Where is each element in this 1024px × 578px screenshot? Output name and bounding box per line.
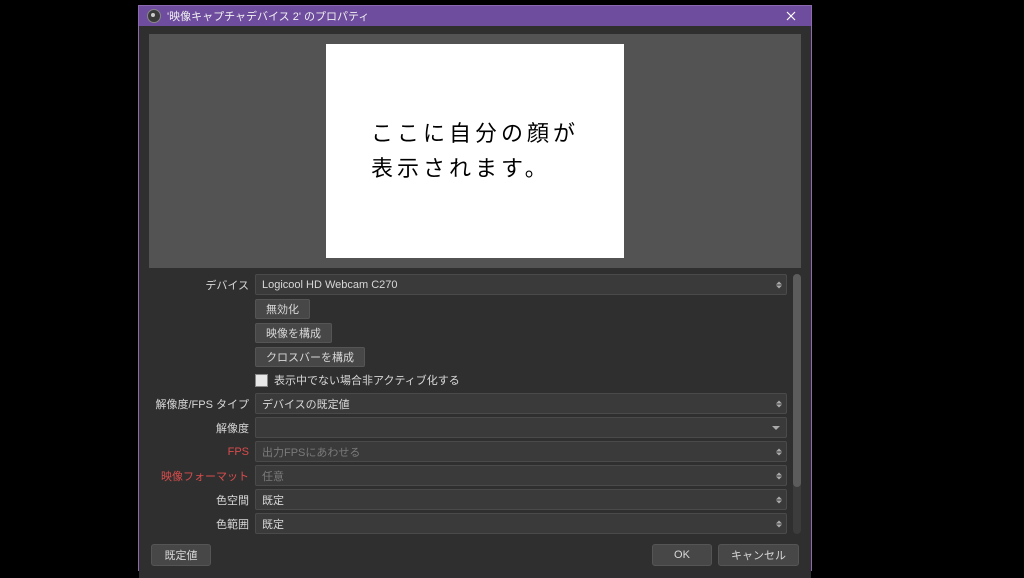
fps-select[interactable]: 出力FPSにあわせる — [255, 441, 787, 462]
video-format-value: 任意 — [262, 468, 284, 484]
row-deactivate: 表示中でない場合非アクティブ化する — [255, 370, 787, 390]
configure-video-button[interactable]: 映像を構成 — [255, 323, 332, 343]
resolution-select[interactable] — [255, 417, 787, 438]
disable-button[interactable]: 無効化 — [255, 299, 310, 319]
updown-icon — [776, 400, 782, 407]
row-device: デバイス Logicool HD Webcam C270 — [149, 274, 787, 295]
color-range-select[interactable]: 既定 — [255, 513, 787, 534]
close-icon — [786, 11, 796, 21]
deactivate-checkbox[interactable] — [255, 374, 268, 387]
dialog-title: '映像キャプチャデバイス 2' のプロパティ — [167, 8, 771, 24]
form-scroll: デバイス Logicool HD Webcam C270 無効化 映像を構成 — [149, 274, 801, 534]
preview-placeholder-text: ここに自分の顔が 表示されます。 — [371, 116, 579, 186]
updown-icon — [776, 472, 782, 479]
label-res-fps-type: 解像度/FPS タイプ — [149, 396, 249, 412]
row-video-format: 映像フォーマット 任意 — [149, 465, 787, 486]
ok-label: OK — [674, 549, 690, 561]
res-fps-type-value: デバイスの既定値 — [262, 396, 350, 412]
label-color-range: 色範囲 — [149, 516, 249, 532]
res-fps-type-select[interactable]: デバイスの既定値 — [255, 393, 787, 414]
scrollbar-thumb[interactable] — [793, 274, 801, 487]
configure-video-label: 映像を構成 — [266, 325, 321, 341]
label-colorspace: 色空間 — [149, 492, 249, 508]
dialog-body: ここに自分の顔が 表示されます。 デバイス Logicool HD Webcam… — [139, 26, 811, 578]
defaults-label: 既定値 — [165, 547, 198, 563]
row-configure-crossbar: クロスバーを構成 — [149, 346, 787, 367]
label-video-format: 映像フォーマット — [149, 468, 249, 484]
label-resolution: 解像度 — [149, 420, 249, 436]
device-value: Logicool HD Webcam C270 — [262, 279, 398, 291]
footer: 既定値 OK キャンセル — [149, 540, 801, 570]
row-res-fps-type: 解像度/FPS タイプ デバイスの既定値 — [149, 393, 787, 414]
label-fps: FPS — [149, 446, 249, 458]
disable-button-label: 無効化 — [266, 301, 299, 317]
colorspace-select[interactable]: 既定 — [255, 489, 787, 510]
chevron-down-icon — [772, 426, 780, 430]
cancel-label: キャンセル — [731, 547, 786, 563]
scrollbar[interactable] — [793, 274, 801, 534]
titlebar[interactable]: '映像キャプチャデバイス 2' のプロパティ — [139, 6, 811, 26]
close-button[interactable] — [777, 6, 805, 26]
preview-area: ここに自分の顔が 表示されます。 — [149, 34, 801, 268]
video-format-select[interactable]: 任意 — [255, 465, 787, 486]
deactivate-label: 表示中でない場合非アクティブ化する — [274, 372, 460, 388]
row-color-range: 色範囲 既定 — [149, 513, 787, 534]
properties-dialog: '映像キャプチャデバイス 2' のプロパティ ここに自分の顔が 表示されます。 … — [138, 5, 812, 571]
obs-icon — [147, 9, 161, 23]
form-rows: デバイス Logicool HD Webcam C270 無効化 映像を構成 — [149, 274, 787, 534]
updown-icon — [776, 496, 782, 503]
row-colorspace: 色空間 既定 — [149, 489, 787, 510]
row-configure-video: 映像を構成 — [149, 322, 787, 343]
device-select[interactable]: Logicool HD Webcam C270 — [255, 274, 787, 295]
preview-canvas: ここに自分の顔が 表示されます。 — [326, 44, 624, 258]
row-fps: FPS 出力FPSにあわせる — [149, 441, 787, 462]
row-resolution: 解像度 — [149, 417, 787, 438]
row-disable: 無効化 — [149, 298, 787, 319]
ok-button[interactable]: OK — [652, 544, 712, 566]
updown-icon — [776, 281, 782, 288]
configure-crossbar-label: クロスバーを構成 — [266, 349, 354, 365]
updown-icon — [776, 520, 782, 527]
updown-icon — [776, 448, 782, 455]
fps-value: 出力FPSにあわせる — [262, 444, 360, 460]
cancel-button[interactable]: キャンセル — [718, 544, 799, 566]
color-range-value: 既定 — [262, 516, 284, 532]
colorspace-value: 既定 — [262, 492, 284, 508]
label-device: デバイス — [149, 277, 249, 293]
defaults-button[interactable]: 既定値 — [151, 544, 211, 566]
configure-crossbar-button[interactable]: クロスバーを構成 — [255, 347, 365, 367]
